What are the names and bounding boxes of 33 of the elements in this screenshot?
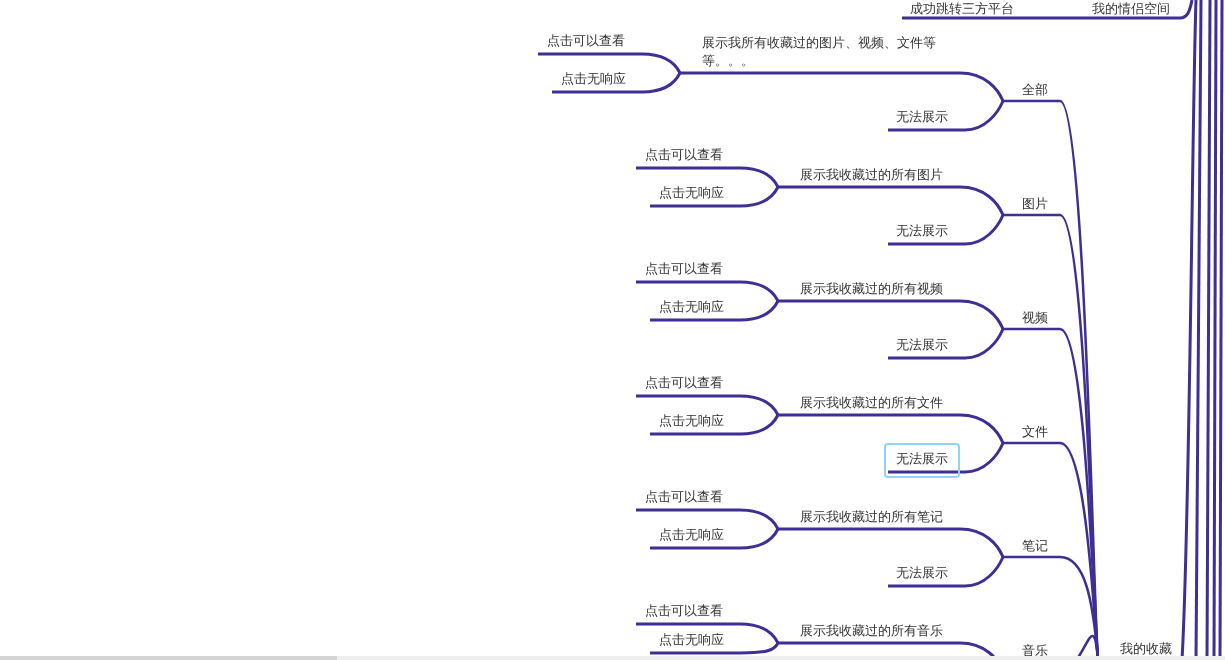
mindmap-node[interactable]: 无法展示 xyxy=(884,443,960,478)
scrollbar-thumb[interactable] xyxy=(0,656,337,660)
mindmap-node[interactable]: 展示我所有收藏过的图片、视频、文件等等。。。 xyxy=(702,34,964,70)
mindmap-node[interactable]: 点击无响应 xyxy=(655,524,728,546)
mindmap-node[interactable]: 无法展示 xyxy=(884,101,960,136)
mindmap-node[interactable]: 全部 xyxy=(1018,79,1052,101)
mindmap-node[interactable]: 点击无响应 xyxy=(655,410,728,432)
mindmap-node[interactable]: 展示我收藏过的所有音乐 xyxy=(800,622,1062,640)
mindmap-node[interactable]: 文件 xyxy=(1018,421,1052,443)
mindmap-node[interactable]: 点击无响应 xyxy=(557,68,630,90)
mindmap-node[interactable]: 图片 xyxy=(1018,193,1052,215)
mindmap-node[interactable]: 点击无响应 xyxy=(655,629,728,651)
mindmap-node[interactable]: 我的情侣空间 xyxy=(1088,0,1174,20)
mindmap-node[interactable]: 展示我收藏过的所有文件 xyxy=(800,394,1062,412)
mindmap-node[interactable]: 无法展示 xyxy=(884,215,960,250)
mindmap-node[interactable]: 展示我收藏过的所有笔记 xyxy=(800,508,1062,526)
mindmap-node[interactable]: 点击无响应 xyxy=(655,182,728,204)
mindmap-node[interactable]: 成功跳转三方平台 xyxy=(906,0,1018,20)
mindmap-node[interactable]: 无法展示 xyxy=(884,557,960,592)
mindmap-node[interactable]: 展示我收藏过的所有图片 xyxy=(800,166,1062,184)
mindmap-node[interactable]: 音乐 xyxy=(1018,640,1052,656)
mindmap-node[interactable]: 展示我收藏过的所有视频 xyxy=(800,280,1062,298)
mindmap-node[interactable]: 无法展示 xyxy=(884,329,960,364)
mindmap-node[interactable]: 点击可以查看 xyxy=(641,144,727,166)
mindmap-node[interactable]: 点击可以查看 xyxy=(641,372,727,394)
mindmap-node[interactable]: 点击可以查看 xyxy=(641,600,727,622)
mindmap-node[interactable]: 视频 xyxy=(1018,307,1052,329)
mindmap-node[interactable]: 点击可以查看 xyxy=(641,258,727,280)
mindmap-node[interactable]: 点击无响应 xyxy=(655,296,728,318)
mindmap-node[interactable]: 点击可以查看 xyxy=(543,30,629,52)
mindmap-node[interactable]: 笔记 xyxy=(1018,535,1052,557)
mindmap-node[interactable]: 点击可以查看 xyxy=(641,486,727,508)
mindmap-node[interactable]: 我的收藏 xyxy=(1116,638,1176,656)
